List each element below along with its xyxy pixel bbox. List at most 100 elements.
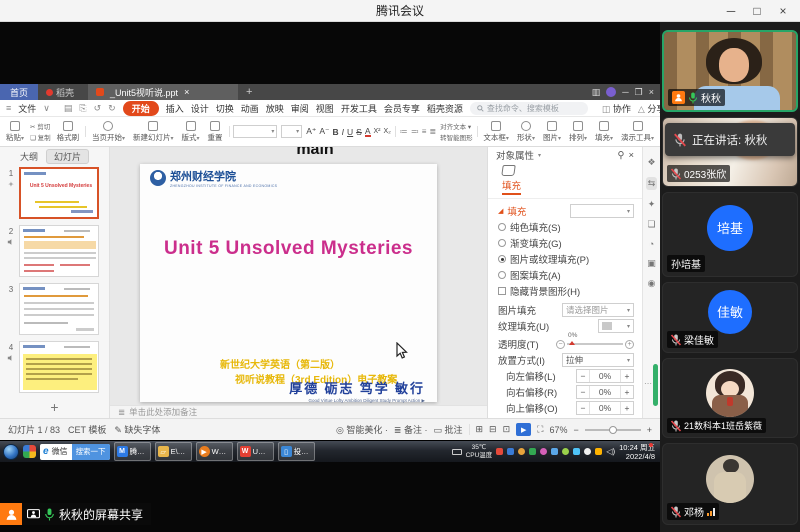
taskbar-search[interactable]: e 微信 搜索一下	[40, 444, 110, 460]
print-icon[interactable]: ⎘	[79, 103, 86, 114]
align-center-button[interactable]: ≣	[429, 127, 436, 136]
offslide-text[interactable]: main	[255, 147, 375, 159]
bold-button[interactable]: B	[333, 127, 339, 137]
id-card-icon[interactable]: ▥	[592, 87, 601, 98]
start-button[interactable]	[3, 444, 19, 460]
gradient-fill-option[interactable]: 渐变填充(G)	[498, 235, 634, 251]
align-left-button[interactable]: ≡	[422, 127, 427, 136]
minimize-button[interactable]: ─	[718, 4, 744, 18]
tray-icon[interactable]	[584, 448, 591, 455]
scrollbar[interactable]	[653, 364, 658, 406]
layout-button[interactable]: 版式▾	[180, 121, 202, 143]
wps-avatar[interactable]	[606, 87, 616, 97]
texture-combo[interactable]: ▾	[598, 319, 634, 333]
add-slide-button[interactable]: +	[0, 397, 109, 415]
paste-button[interactable]: 粘贴▾	[4, 121, 26, 143]
ribbon-tab-insert[interactable]: 插入	[166, 102, 184, 115]
ribbon-tab-member[interactable]: 会员专享	[384, 102, 420, 115]
reset-button[interactable]: 重置	[206, 121, 225, 143]
missing-font-warning[interactable]: ✎ 缺失字体	[114, 423, 160, 436]
template-name[interactable]: CET 模板	[68, 423, 106, 436]
tray-icon[interactable]	[573, 448, 580, 455]
slide-canvas[interactable]: main 郑州财经学院 ZHENGZHOU INSTITUTE OF FINAN…	[110, 147, 487, 405]
ribbon-tab-design[interactable]: 设计	[191, 102, 209, 115]
italic-button[interactable]: I	[342, 127, 344, 137]
superscript-button[interactable]: X²	[374, 128, 381, 135]
copy-button[interactable]: ❏ 复制	[30, 132, 51, 142]
tray-icon[interactable]	[595, 448, 602, 455]
pc-manager-icon[interactable]	[23, 445, 36, 458]
redo-icon[interactable]: ↻	[108, 103, 116, 114]
play-from-current-button[interactable]: 当页开始▾	[90, 121, 127, 143]
wps-restore-button[interactable]: ❐	[635, 87, 643, 98]
taskbar-app-wps[interactable]: WU…	[237, 442, 274, 461]
picture-fill-option[interactable]: 图片或纹理填充(P)	[498, 251, 634, 267]
participant-tile-sunpeiji[interactable]: 培基 孙培基	[662, 192, 798, 277]
number-list-button[interactable]: ≕	[411, 127, 419, 136]
offset-right-stepper[interactable]: −0%+	[576, 385, 634, 399]
wps-close-button[interactable]: ×	[649, 87, 654, 97]
share-button[interactable]: △ 分享	[638, 102, 660, 115]
underline-button[interactable]: U	[347, 127, 353, 137]
slide-thumb-4[interactable]: 4	[0, 339, 109, 397]
tray-icon[interactable]	[518, 448, 525, 455]
tray-icon[interactable]	[562, 448, 569, 455]
fill-button[interactable]: 填充▾	[593, 121, 615, 143]
battery-icon[interactable]	[452, 449, 462, 455]
align-text-button[interactable]: 对齐文本 ▾	[440, 121, 473, 131]
bullet-list-button[interactable]: ≔	[400, 127, 408, 136]
ribbon-tab-review[interactable]: 审阅	[291, 102, 309, 115]
new-slide-button[interactable]: 新建幻灯片▾	[131, 121, 176, 143]
ribbon-tab-docer-res[interactable]: 稻壳资源	[427, 102, 463, 115]
taskbar-app-player[interactable]: ▶W…	[196, 442, 233, 461]
new-tab-button[interactable]: +	[238, 86, 260, 98]
settings-icon[interactable]: ◉	[648, 278, 656, 289]
media-icon[interactable]: ▣	[647, 258, 656, 269]
tray-icon[interactable]	[507, 448, 514, 455]
undo-icon[interactable]: ↺	[94, 103, 102, 114]
slide-thumb-1[interactable]: 1✦ Unit 5 Unsolved Mysteries	[0, 165, 109, 223]
zoom-in-button[interactable]: +	[647, 425, 652, 435]
tab-outline[interactable]: 大纲	[20, 150, 38, 163]
ribbon-tab-devtools[interactable]: 开发工具	[341, 102, 377, 115]
font-color-button[interactable]: A	[365, 127, 371, 137]
slide-thumb-3[interactable]: 3	[0, 281, 109, 339]
view-sorter-icon[interactable]: ⊟	[489, 424, 497, 435]
picture-select-combo[interactable]: 请选择图片▾	[562, 303, 634, 317]
smartart-button[interactable]: 转智能图形	[440, 132, 473, 142]
picture-button[interactable]: 图片▾	[541, 121, 563, 143]
ribbon-tab-view[interactable]: 视图	[316, 102, 334, 115]
panel-close-icon[interactable]: ×	[628, 150, 634, 161]
format-painter-button[interactable]: 格式刷	[55, 121, 82, 143]
slide-thumb-2[interactable]: 2	[0, 223, 109, 281]
placement-combo[interactable]: 拉伸▾	[562, 353, 634, 367]
fit-icon[interactable]: ⛶	[537, 424, 543, 435]
wps-docer-tab[interactable]: 稻壳	[38, 84, 82, 100]
slide-1[interactable]: 郑州财经学院 ZHENGZHOU INSTITUTE OF FINANCE AN…	[140, 164, 437, 402]
present-tools-button[interactable]: 演示工具▾	[619, 121, 656, 143]
hide-bg-checkbox[interactable]: 隐藏背景图形(H)	[498, 283, 634, 299]
fill-preset-combo[interactable]: ▾	[570, 204, 634, 218]
ribbon-tab-home[interactable]: 开始	[123, 101, 159, 116]
command-search-box[interactable]: 查找命令、搜索模板	[470, 102, 588, 115]
tray-icon[interactable]	[529, 448, 536, 455]
history-icon[interactable]: ◔	[649, 239, 654, 249]
properties-icon[interactable]: ⇆	[646, 177, 658, 190]
offset-top-stepper[interactable]: −0%+	[576, 401, 634, 415]
tray-icon[interactable]	[496, 448, 503, 455]
taskbar-app-cast[interactable]: ▯投…	[278, 442, 315, 461]
close-button[interactable]: ×	[770, 4, 796, 18]
shapes-button[interactable]: 形状▾	[515, 121, 537, 143]
fill-tab[interactable]: 填充	[502, 178, 521, 195]
taskbar-app-meeting[interactable]: M腾…	[114, 442, 151, 461]
font-larger-button[interactable]: A⁺	[306, 126, 316, 137]
font-family-combo[interactable]: ▾	[233, 125, 277, 138]
slide-subtitle-1[interactable]: 新世纪大学英语（第二版）	[220, 356, 340, 371]
plus-icon[interactable]: +	[625, 340, 634, 349]
view-normal-icon[interactable]: ⊞	[476, 424, 484, 435]
more-dots-icon[interactable]: ⋯	[644, 379, 652, 388]
ribbon-tab-transition[interactable]: 切换	[216, 102, 234, 115]
tab-slides[interactable]: 幻灯片	[46, 149, 89, 164]
hamburger-icon[interactable]: ≡	[6, 103, 11, 113]
arrange-button[interactable]: 排列▾	[567, 121, 589, 143]
